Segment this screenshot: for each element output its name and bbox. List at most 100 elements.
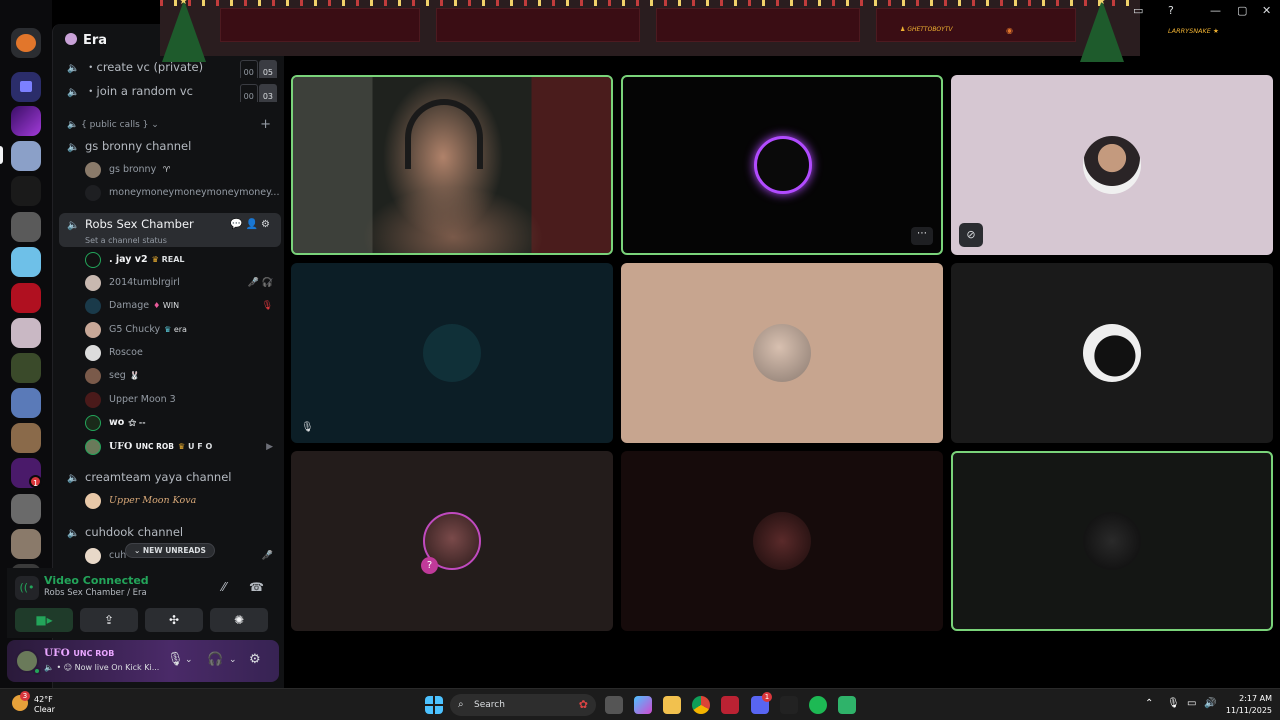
voice-status[interactable]: Video Connected — [44, 574, 149, 587]
deafened-icon: 🎤̸ — [261, 551, 273, 561]
soundboard-button[interactable]: ✺ — [210, 608, 268, 632]
channel-join-random[interactable]: 🔈 ・join a random vc 00 03 — [59, 80, 281, 102]
custom-status[interactable]: 🔈 • ☺ Now live On Kick Ki... — [44, 663, 159, 672]
online-status-icon — [33, 667, 41, 675]
task-view-icon[interactable] — [605, 696, 623, 714]
voice-user[interactable]: gs bronny ♈ — [59, 159, 281, 181]
username[interactable]: UFO UNC ROB — [44, 647, 114, 659]
video-tile[interactable]: ? — [291, 451, 613, 631]
channel-status[interactable]: Set a channel status — [67, 236, 281, 246]
voice-user[interactable]: . jay v2 ♛ REAL — [59, 249, 281, 271]
signal-icon[interactable]: ((• — [15, 576, 39, 600]
avatar — [85, 275, 101, 291]
chevron-down-icon[interactable]: ⌄ — [229, 655, 237, 665]
chrome-icon[interactable] — [692, 696, 710, 714]
close-icon[interactable]: ✕ — [1262, 4, 1271, 17]
voice-user[interactable]: Damage ♦ WIN 🎙 — [59, 295, 281, 317]
chevron-down-icon[interactable]: ⌄ — [185, 655, 193, 665]
channel-cuhdook[interactable]: 🔈 cuhdook channel — [59, 521, 281, 543]
server-icon-7[interactable] — [11, 353, 41, 383]
server-icon-9[interactable] — [11, 423, 41, 453]
activities-button[interactable]: ✣ — [145, 608, 203, 632]
server-icon-8[interactable] — [11, 388, 41, 418]
category-public-calls[interactable]: 🔈 { public calls } ⌄ + — [59, 116, 281, 134]
voice-user[interactable]: G5 Chucky ♛ era — [59, 319, 281, 341]
voice-user[interactable]: moneymoneymoneymoneymoney... — [59, 182, 281, 204]
channel-actions[interactable]: 💬👤⚙ — [230, 215, 273, 235]
app-icon[interactable] — [838, 696, 856, 714]
spotify-icon[interactable] — [809, 696, 827, 714]
microphone-icon[interactable]: 🎙 — [1167, 698, 1180, 709]
search-input[interactable]: ⌕ Search ✿ — [450, 694, 596, 716]
more-options-button[interactable]: ⋯ — [911, 227, 933, 245]
disconnect-icon[interactable]: ☎ — [249, 580, 264, 594]
inbox-icon[interactable]: ▭ — [1133, 4, 1143, 17]
app-icon[interactable] — [721, 696, 739, 714]
search-highlight-icon: ✿ — [578, 698, 588, 711]
voice-user[interactable]: seg 🐰 — [59, 365, 281, 387]
video-tile[interactable]: ⋯ — [621, 75, 943, 255]
windows-start-icon[interactable] — [425, 696, 443, 714]
avatar — [753, 512, 811, 570]
server-icon-folder[interactable] — [11, 72, 41, 102]
avatar — [1083, 512, 1141, 570]
network-icon[interactable]: ▭ — [1187, 698, 1196, 709]
search-icon: ⌕ — [458, 699, 464, 710]
server-icon-4[interactable] — [11, 247, 41, 277]
unknown-badge-icon: ? — [421, 557, 438, 574]
file-explorer-icon[interactable] — [663, 696, 681, 714]
banner-panel — [220, 8, 420, 42]
channel-creamteam[interactable]: 🔈 creamteam yaya channel — [59, 466, 281, 488]
voice-user[interactable]: wo ⚝ -- — [59, 412, 281, 434]
server-icon-1[interactable] — [11, 106, 41, 136]
server-icon-2[interactable] — [11, 176, 41, 206]
channel-gs-bronny[interactable]: 🔈 gs bronny channel — [59, 135, 281, 157]
voice-location[interactable]: Robs Sex Chamber / Era — [44, 588, 147, 598]
audio-app-icon[interactable] — [780, 696, 798, 714]
new-unreads-button[interactable]: ⌄ NEW UNREADS — [125, 543, 215, 558]
voice-user[interactable]: Upper Moon Kova — [59, 490, 281, 512]
video-tile[interactable] — [291, 75, 613, 255]
camera-button[interactable]: ■▸ — [15, 608, 73, 632]
gear-icon[interactable]: ⚙ — [249, 652, 261, 667]
headphones-icon[interactable]: 🎧 — [207, 652, 223, 667]
voice-user[interactable]: Upper Moon 3 — [59, 389, 281, 411]
minimize-icon[interactable]: — — [1210, 4, 1221, 17]
video-tile[interactable] — [951, 451, 1273, 631]
avatar — [85, 252, 101, 268]
voice-user[interactable]: 2014tumblrgirl 🎤̸ 🎧̸ — [59, 272, 281, 294]
server-icon-12[interactable] — [11, 529, 41, 559]
help-icon[interactable]: ? — [1168, 4, 1174, 17]
deafened-icon: 🎤̸ 🎧̸ — [247, 278, 273, 288]
voice-user[interactable]: Roscoe — [59, 342, 281, 364]
discord-window: 1 Era 🔈 ・create vc (private) 00 05 🔈 ・join … — [0, 0, 1280, 688]
maximize-icon[interactable]: ▢ — [1237, 4, 1247, 17]
channel-robs-sex-chamber[interactable]: 🔈 Robs Sex Chamber Set a channel status 💬… — [59, 213, 281, 247]
noise-suppression-icon[interactable]: ⁄⁄ — [222, 580, 226, 594]
avatar — [85, 368, 101, 384]
volume-icon[interactable]: 🔊 — [1204, 698, 1216, 709]
chevron-up-icon[interactable]: ⌃ — [1145, 698, 1153, 709]
server-icon-6[interactable] — [11, 318, 41, 348]
server-icon-5[interactable] — [11, 283, 41, 313]
banner-panel — [436, 8, 640, 42]
server-icon-home[interactable] — [11, 28, 41, 58]
copilot-icon[interactable] — [634, 696, 652, 714]
voice-user-count: 00 05 — [239, 60, 277, 78]
video-tile[interactable] — [621, 451, 943, 631]
screen-share-button[interactable]: ⇪ — [80, 608, 138, 632]
video-tile[interactable]: 🎙 — [291, 263, 613, 443]
add-channel-icon[interactable]: + — [260, 116, 271, 134]
avatar — [85, 162, 101, 178]
voice-user[interactable]: UFO UNC ROB ♛ U F O ▶ — [59, 436, 281, 458]
server-icon-3[interactable] — [11, 212, 41, 242]
speaker-icon: 🔈 — [67, 142, 80, 153]
clock[interactable]: 2:17 AM 11/11/2025 — [1222, 693, 1272, 717]
video-tile[interactable] — [621, 263, 943, 443]
speaker-icon: 🔈 — [67, 473, 80, 484]
microphone-icon[interactable]: 🎙 — [167, 652, 184, 667]
video-tile[interactable] — [951, 263, 1273, 443]
server-icon-11[interactable] — [11, 494, 41, 524]
video-tile[interactable]: ⊘ — [951, 75, 1273, 255]
server-icon-era[interactable] — [11, 141, 41, 171]
